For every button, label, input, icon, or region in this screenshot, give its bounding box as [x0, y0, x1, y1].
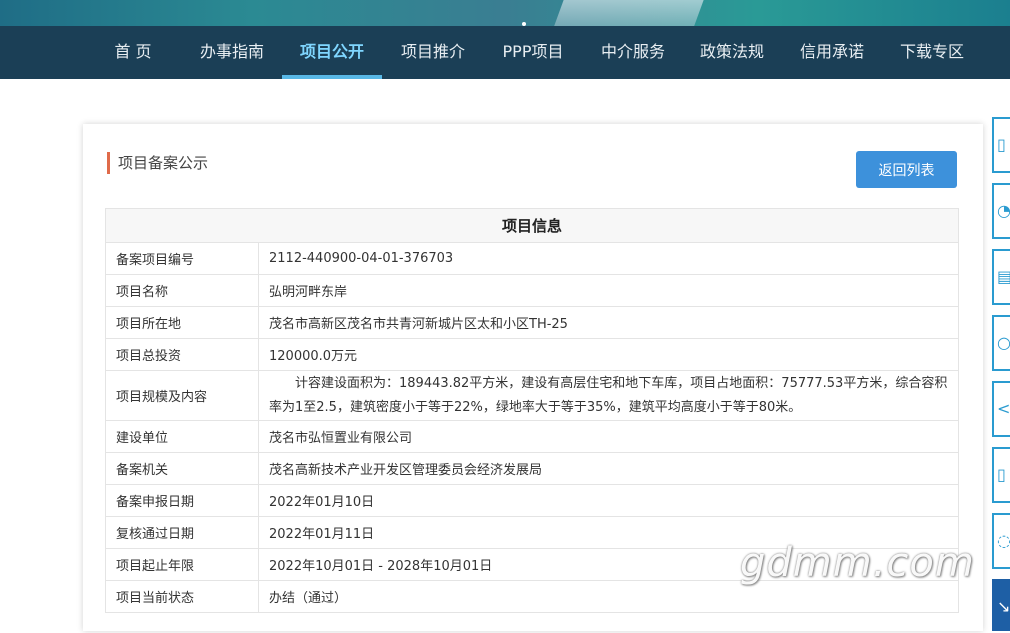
sidebar-tab-phone[interactable]: ▯ [992, 447, 1010, 503]
bridge-image [552, 0, 708, 26]
table-header: 项目信息 [105, 208, 959, 243]
row-value: 2022年01月10日 [258, 484, 959, 517]
row-key: 备案申报日期 [105, 484, 259, 517]
row-key: 项目规模及内容 [105, 370, 259, 421]
sidebar-tab-list[interactable]: ▤ [992, 249, 1010, 305]
sidebar-tab-user[interactable]: ◔ [992, 183, 1010, 239]
table-row: 项目规模及内容 计容建设面积为：189443.82平方米，建设有高层住宅和地下车… [105, 370, 959, 421]
phone-icon: ▯ [997, 465, 1006, 484]
sidebar-tab-search[interactable]: ○ [992, 315, 1010, 371]
table-row: 项目总投资 120000.0万元 [105, 338, 959, 371]
row-key: 项目名称 [105, 274, 259, 307]
row-key: 备案项目编号 [105, 242, 259, 275]
sidebar-tab-share[interactable]: < [992, 381, 1010, 437]
row-value: 茂名市弘恒置业有限公司 [258, 420, 959, 453]
nav-project-disclosure[interactable]: 项目公开 [296, 26, 368, 79]
row-value: 茂名高新技术产业开发区管理委员会经济发展局 [258, 452, 959, 485]
row-key: 项目总投资 [105, 338, 259, 371]
nav-policy[interactable]: 政策法规 [696, 26, 768, 79]
row-value: 茂名市高新区茂名市共青河新城片区太和小区TH-25 [258, 306, 959, 339]
active-nav-indicator [282, 75, 382, 79]
document-icon: ▯ [997, 135, 1006, 154]
clock-icon: ◌ [997, 531, 1010, 550]
search-icon: ○ [997, 333, 1010, 352]
table-row: 项目名称 弘明河畔东岸 [105, 274, 959, 307]
row-value: 2112-440900-04-01-376703 [258, 242, 959, 275]
row-key: 项目起止年限 [105, 548, 259, 581]
main-nav: 首 页 办事指南 项目公开 项目推介 PPP项目 中介服务 政策法规 信用承诺 … [0, 26, 1010, 79]
table-row: 备案申报日期 2022年01月10日 [105, 484, 959, 517]
header-banner [0, 0, 1010, 26]
share-icon: < [997, 399, 1010, 418]
nav-home[interactable]: 首 页 [113, 26, 153, 79]
row-key: 备案机关 [105, 452, 259, 485]
nav-agency[interactable]: 中介服务 [597, 26, 669, 79]
row-key: 复核通过日期 [105, 516, 259, 549]
user-icon: ◔ [997, 201, 1010, 220]
nav-credit[interactable]: 信用承诺 [796, 26, 868, 79]
table-row: 项目所在地 茂名市高新区茂名市共青河新城片区太和小区TH-25 [105, 306, 959, 339]
table-header-row: 项目信息 [105, 208, 959, 243]
sidebar-tab-project[interactable]: ▯ [992, 117, 1010, 173]
nav-download[interactable]: 下载专区 [896, 26, 968, 79]
nav-project-promotion[interactable]: 项目推介 [397, 26, 469, 79]
row-value: 弘明河畔东岸 [258, 274, 959, 307]
section-title: 项目备案公示 [107, 152, 208, 174]
site-watermark: gdmm.com [740, 540, 975, 586]
row-value: 120000.0万元 [258, 338, 959, 371]
table-row: 建设单位 茂名市弘恒置业有限公司 [105, 420, 959, 453]
sidebar-tab-clock[interactable]: ◌ [992, 513, 1010, 569]
nav-ppp[interactable]: PPP项目 [499, 26, 567, 79]
row-key: 项目当前状态 [105, 580, 259, 613]
sidebar-tab-top[interactable]: ↘ [992, 579, 1010, 631]
nav-guide[interactable]: 办事指南 [196, 26, 268, 79]
scale-content-text: 计容建设面积为：189443.82平方米，建设有高层住宅和地下车库，项目占地面积… [269, 375, 948, 415]
row-value: 计容建设面积为：189443.82平方米，建设有高层住宅和地下车库，项目占地面积… [258, 370, 959, 421]
row-key: 项目所在地 [105, 306, 259, 339]
arrow-icon: ↘ [997, 597, 1010, 616]
table-row: 备案机关 茂名高新技术产业开发区管理委员会经济发展局 [105, 452, 959, 485]
list-icon: ▤ [997, 267, 1010, 286]
row-key: 建设单位 [105, 420, 259, 453]
back-to-list-button[interactable]: 返回列表 [856, 151, 957, 188]
table-row: 备案项目编号 2112-440900-04-01-376703 [105, 242, 959, 275]
